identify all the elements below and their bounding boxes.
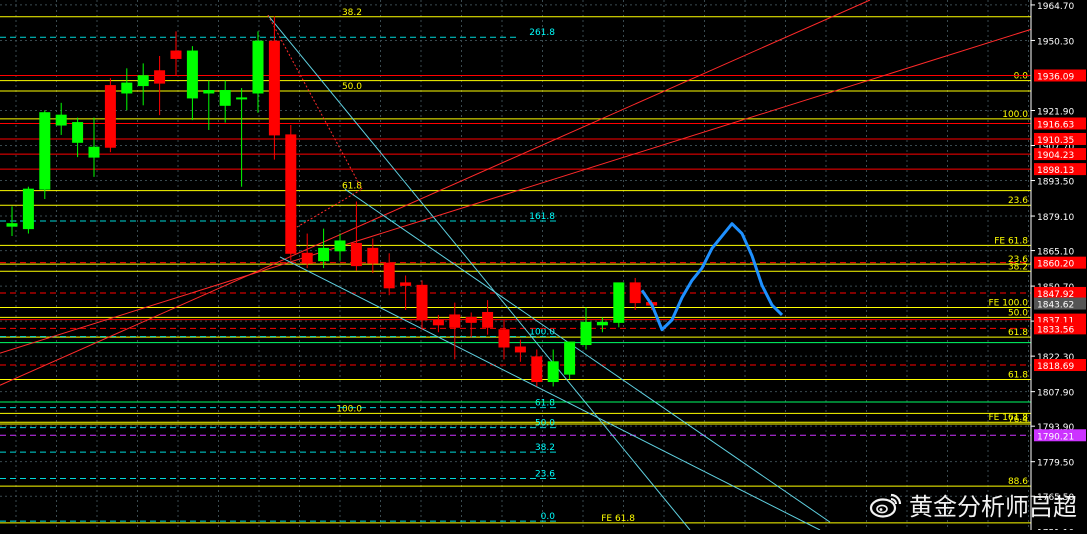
trend-line-cyan <box>268 15 690 530</box>
price-tag-label: 1936.09 <box>1037 72 1074 82</box>
y-tick-label: 1893.50 <box>1037 178 1074 188</box>
y-tick-label: 1964.70 <box>1037 2 1074 12</box>
fib-label-yellow: 100.0 <box>336 404 362 414</box>
price-tag-label: 1916.63 <box>1037 120 1074 130</box>
candle-body <box>23 189 33 228</box>
candle-body <box>597 322 607 324</box>
candle-body <box>515 347 525 352</box>
fe-label: FE 61.8 <box>994 236 1028 246</box>
fib-label-cyan: 0.0 <box>541 512 556 522</box>
watermark: 黄金分析师吕超 <box>869 487 1077 522</box>
y-tick-label: 1807.90 <box>1037 389 1074 399</box>
candlestick-chart: 38.2 50.0 61.8 100.0 0.0 100.0 23.6 23.6 38.2 50.… <box>0 0 1087 530</box>
price-tag-label: 1843.62 <box>1037 301 1074 311</box>
candle-body <box>40 113 50 189</box>
price-tag-label: 1833.56 <box>1037 325 1074 335</box>
candle-body <box>302 253 312 263</box>
candle-body <box>73 123 83 143</box>
weibo-icon <box>869 492 903 518</box>
candle-body <box>319 248 329 260</box>
fib-label-yellow: 100.0 <box>1002 110 1028 120</box>
y-tick-label: 1879.10 <box>1037 213 1074 223</box>
fib-label-yellow: 50.0 <box>1008 308 1028 318</box>
fib-label-yellow: 38.2 <box>342 8 362 18</box>
trend-line-dotted <box>268 15 362 189</box>
candle-body <box>532 357 542 382</box>
fib-label-yellow: 23.6 <box>1008 196 1028 206</box>
candle-body <box>614 283 624 322</box>
trend-line-red <box>0 0 870 385</box>
candle-body <box>368 248 378 263</box>
price-tag-label: 1860.20 <box>1037 260 1074 270</box>
candle-body <box>105 86 115 148</box>
fib-label-cyan: 23.6 <box>535 469 555 479</box>
chart-svg: 38.2 50.0 61.8 100.0 0.0 100.0 23.6 23.6 38.2 50.… <box>0 0 1087 530</box>
candle-body <box>89 147 99 157</box>
fib-label-yellow: 61.8 <box>1008 328 1028 338</box>
candle-body <box>433 320 443 325</box>
fib-label-yellow: 38.2 <box>1008 262 1028 272</box>
candle-body <box>384 263 394 288</box>
candle-body <box>581 322 591 344</box>
candle-body <box>548 362 558 382</box>
y-tick-label: 1865.10 <box>1037 248 1074 258</box>
price-tag-label: 1904.23 <box>1037 151 1074 161</box>
fib-label-cyan: 161.8 <box>529 212 555 222</box>
fib-label-cyan: 50.0 <box>535 419 555 429</box>
fib-label-yellow: 0.0 <box>1014 72 1029 82</box>
candle-body <box>630 283 640 303</box>
candle-body <box>450 315 460 327</box>
candle-body <box>565 342 575 374</box>
forecast-line <box>642 224 782 330</box>
fe-label: FE 161.8 <box>989 413 1029 423</box>
candle-body <box>253 41 263 93</box>
candle-body <box>237 98 247 99</box>
fib-label-cyan: 61.8 <box>535 399 555 409</box>
candle-body <box>335 241 345 251</box>
price-tag-label: 1898.13 <box>1037 166 1074 176</box>
fe-label: FE 61.8 <box>601 514 635 524</box>
fib-label-cyan: 261.8 <box>529 28 555 38</box>
candle-body <box>204 91 214 93</box>
candle-body <box>7 224 17 226</box>
candle-body <box>417 285 427 320</box>
fib-label-yellow: 61.8 <box>1008 371 1028 381</box>
candle-body <box>187 51 197 98</box>
fe-label: FE 100.0 <box>989 299 1029 309</box>
candle-body <box>138 76 148 86</box>
fib-label-yellow: 61.8 <box>342 182 362 192</box>
fib-label-yellow: 88.6 <box>1008 477 1028 487</box>
candle-body <box>56 115 66 125</box>
candle-body <box>483 312 493 327</box>
candle-body <box>351 243 361 265</box>
candle-body <box>171 51 181 58</box>
fib-label-yellow: 50.0 <box>342 82 362 92</box>
trend-line-cyan <box>345 189 830 522</box>
candle-body <box>220 91 230 106</box>
price-tag-label: 1910.35 <box>1037 136 1074 146</box>
y-tick-label: 1779.50 <box>1037 459 1074 469</box>
y-tick-label: 1950.30 <box>1037 37 1074 47</box>
watermark-text: 黄金分析师吕超 <box>909 487 1077 522</box>
y-tick-label: 1921.90 <box>1037 107 1074 117</box>
price-tag-label: 1790.21 <box>1037 432 1074 442</box>
trend-line-cyan <box>280 257 820 530</box>
candle-body <box>499 330 509 347</box>
candle-body <box>286 135 296 253</box>
candle-body <box>122 83 132 93</box>
candle-body <box>466 317 476 322</box>
fib-label-cyan: 38.2 <box>535 443 555 453</box>
fib-label-cyan: 100.0 <box>529 328 555 338</box>
candle-body <box>401 283 411 285</box>
price-tag-label: 1818.69 <box>1037 362 1074 372</box>
candle-body <box>269 41 279 135</box>
candle-body <box>155 71 165 83</box>
trend-line-dotted <box>290 189 362 231</box>
